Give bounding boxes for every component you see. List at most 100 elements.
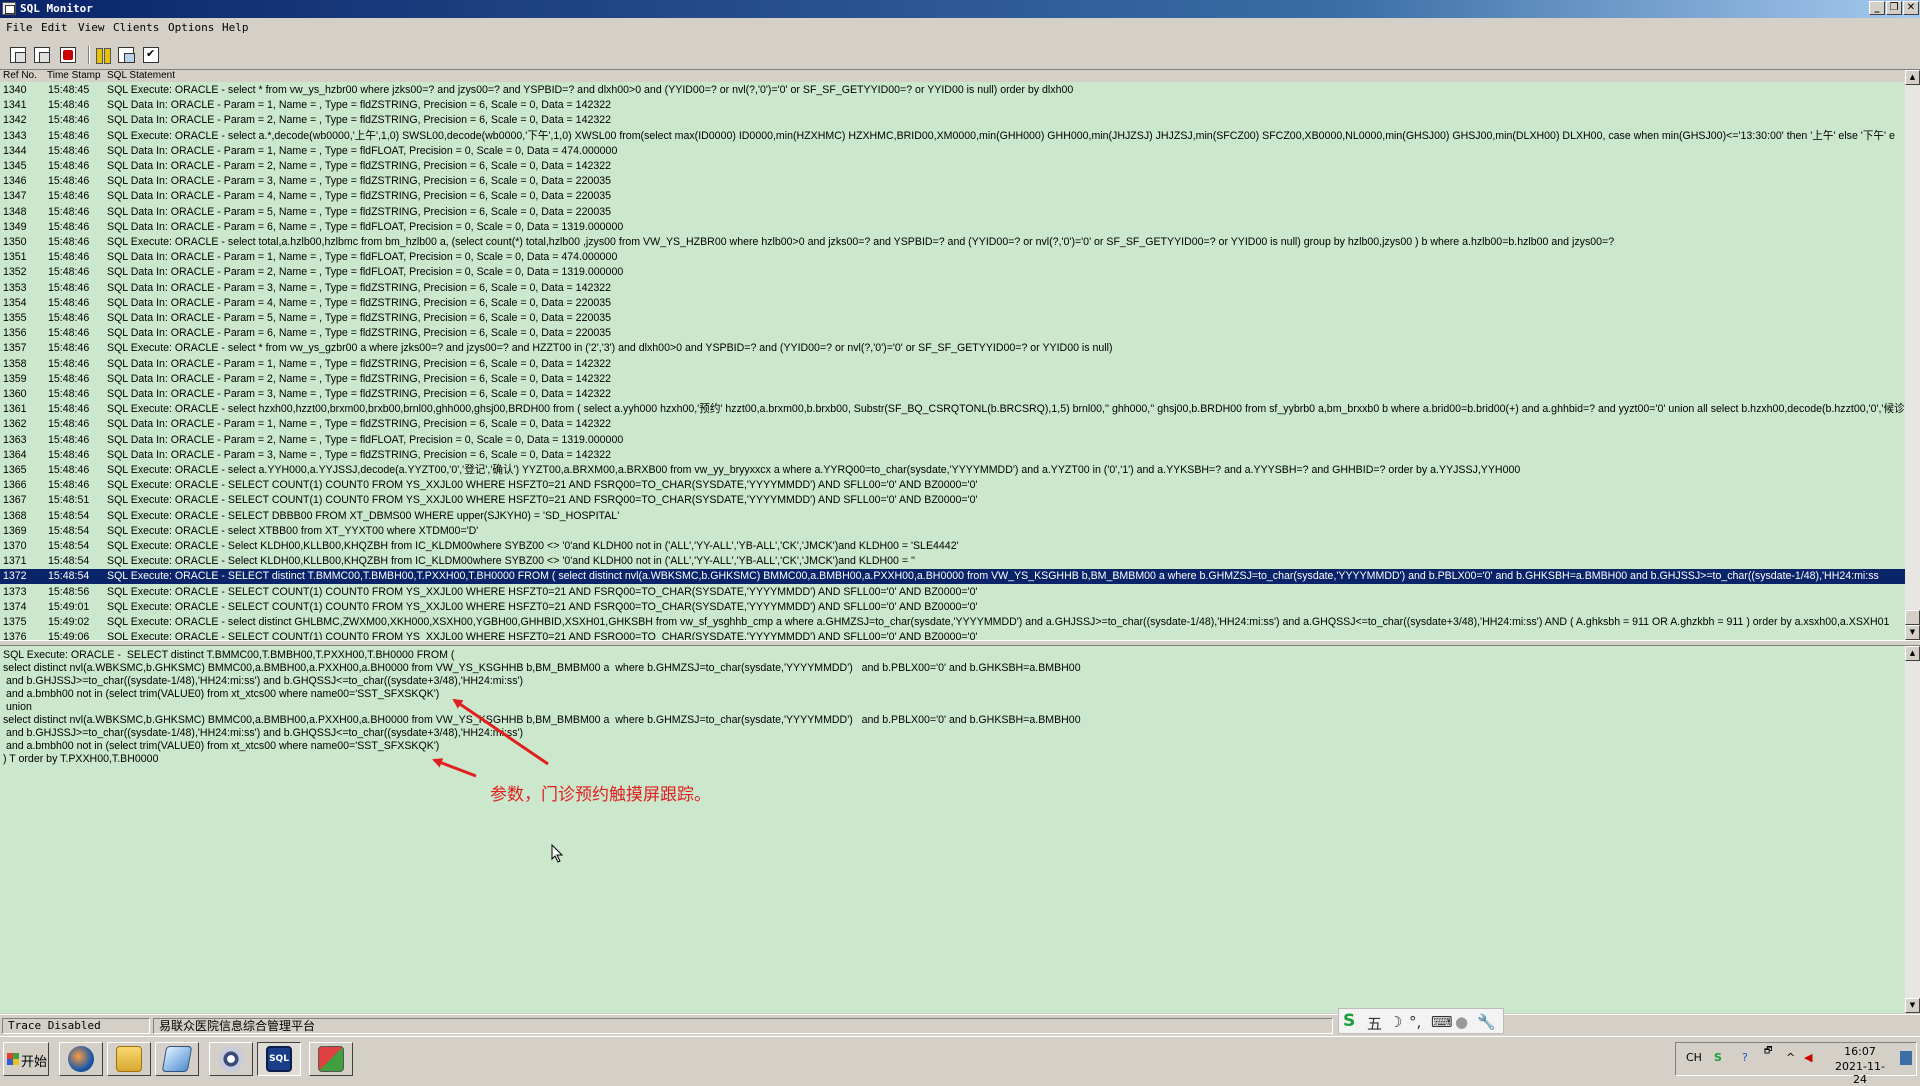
log-statement: SQL Execute: ORACLE - SELECT DBBB00 FROM… [107,509,620,522]
log-row[interactable]: 1374 15:49:01 SQL Execute: ORACLE - SELECT… [0,600,1905,615]
taskbar-app-his[interactable] [309,1042,353,1076]
taskbar-app-tool[interactable] [209,1042,253,1076]
scroll-down-button[interactable]: ▼ [1905,625,1920,640]
start-button[interactable]: 开始 [3,1042,49,1076]
ime-moon-icon[interactable]: ☽ [1389,1013,1402,1031]
log-row[interactable]: 1371 15:48:54 SQL Execute: ORACLE - Select… [0,554,1905,569]
input-language[interactable]: CH [1686,1051,1702,1064]
log-row[interactable]: 1355 15:48:46 SQL Data In: ORACLE - Param … [0,311,1905,326]
log-row[interactable]: 1351 15:48:46 SQL Data In: ORACLE - Param … [0,250,1905,265]
menu-edit[interactable]: Edit [41,21,68,34]
log-row[interactable]: 1343 15:48:46 SQL Execute: ORACLE - select… [0,129,1905,144]
log-refno: 1343 [3,129,27,142]
log-scrollbar[interactable]: ▲ ▼ [1905,70,1920,640]
detail-scroll-down-button[interactable]: ▼ [1905,998,1920,1013]
sql-detail-pane[interactable]: SQL Execute: ORACLE - SELECT distinct T.… [0,646,1905,1013]
log-row[interactable]: 1359 15:48:46 SQL Data In: ORACLE - Param … [0,372,1905,387]
log-timestamp: 15:48:56 [48,585,90,598]
log-timestamp: 15:48:46 [48,160,90,172]
log-row[interactable]: 1361 15:48:46 SQL Execute: ORACLE - select… [0,402,1905,417]
detail-scroll-up-button[interactable]: ▲ [1905,646,1920,661]
log-row[interactable]: 1369 15:48:54 SQL Execute: ORACLE - select… [0,524,1905,539]
minimize-button[interactable]: _ [1869,1,1885,15]
log-row[interactable]: 1347 15:48:46 SQL Data In: ORACLE - Param … [0,189,1905,204]
ime-mode[interactable]: 五 [1367,1013,1382,1034]
log-row[interactable]: 1363 15:48:46 SQL Data In: ORACLE - Param … [0,433,1905,448]
clear-button[interactable] [57,44,79,66]
taskbar-app-explorer[interactable] [107,1042,151,1076]
menu-clients[interactable]: Clients [113,21,159,34]
clock-time[interactable]: 16:07 [1829,1045,1891,1058]
column-refno[interactable]: Ref No. [3,70,37,81]
title-bar[interactable]: SQL Monitor _ ❐ ✕ [0,0,1920,18]
log-row[interactable]: 1350 15:48:46 SQL Execute: ORACLE - select… [0,235,1905,250]
restore-button[interactable]: ❐ [1886,1,1902,15]
scroll-thumb[interactable] [1905,610,1920,625]
log-row[interactable]: 1352 15:48:46 SQL Data In: ORACLE - Param … [0,265,1905,280]
help-icon[interactable]: ? [1742,1051,1748,1064]
log-row[interactable]: 1357 15:48:46 SQL Execute: ORACLE - select… [0,341,1905,356]
copy-button[interactable] [7,44,29,66]
sogou-ime-icon[interactable]: S [1343,1011,1355,1031]
tray-expand-icon[interactable]: ^ [1786,1051,1795,1064]
pause-button[interactable] [92,44,114,66]
menu-bar: File Edit View Clients Options Help [0,18,1920,38]
log-list[interactable]: 1340 15:48:45 SQL Execute: ORACLE - select… [0,82,1905,640]
log-row[interactable]: 1365 15:48:46 SQL Execute: ORACLE - select… [0,463,1905,478]
log-row[interactable]: 1354 15:48:46 SQL Data In: ORACLE - Param … [0,296,1905,311]
log-row[interactable]: 1372 15:48:54 SQL Execute: ORACLE - SELECT… [0,569,1905,585]
clock-date[interactable]: 2021-11-24 [1829,1060,1891,1086]
menu-view[interactable]: View [78,21,105,34]
log-row[interactable]: 1368 15:48:54 SQL Execute: ORACLE - SELECT… [0,509,1905,524]
show-desktop-button[interactable] [1900,1051,1912,1065]
log-row[interactable]: 1342 15:48:46 SQL Data In: ORACLE - Param … [0,113,1905,128]
menu-options[interactable]: Options [168,21,214,34]
column-statement[interactable]: SQL Statement [107,70,175,81]
log-row[interactable]: 1345 15:48:46 SQL Data In: ORACLE - Param … [0,159,1905,174]
log-refno: 1341 [3,99,27,112]
menu-file[interactable]: File [6,21,33,34]
log-row[interactable]: 1373 15:48:56 SQL Execute: ORACLE - SELECT… [0,585,1905,600]
log-row[interactable]: 1356 15:48:46 SQL Data In: ORACLE - Param … [0,326,1905,341]
log-row[interactable]: 1376 15:49:06 SQL Execute: ORACLE - SELECT… [0,630,1905,640]
taskbar-app-sql-monitor[interactable]: SQL [257,1042,301,1076]
ime-punct-icon[interactable]: °, [1409,1013,1421,1031]
ime-settings-icon[interactable]: 🔧 [1477,1013,1496,1031]
ime-user-icon[interactable]: ● [1455,1013,1468,1031]
log-row[interactable]: 1366 15:48:46 SQL Execute: ORACLE - SELECT… [0,478,1905,493]
tray-window-icon[interactable]: 🗗 [1764,1043,1772,1059]
log-row[interactable]: 1353 15:48:46 SQL Data In: ORACLE - Param … [0,281,1905,296]
ime-keyboard-icon[interactable]: ⌨ [1431,1013,1453,1031]
log-refno: 1359 [3,372,27,385]
menu-help[interactable]: Help [222,21,249,34]
log-row[interactable]: 1346 15:48:46 SQL Data In: ORACLE - Param … [0,174,1905,189]
log-row[interactable]: 1340 15:48:45 SQL Execute: ORACLE - select… [0,83,1905,98]
log-row[interactable]: 1349 15:48:46 SQL Data In: ORACLE - Param … [0,220,1905,235]
checklist-button[interactable] [140,44,162,66]
detail-scrollbar[interactable]: ▲ ▼ [1905,646,1920,1013]
log-row[interactable]: 1358 15:48:46 SQL Data In: ORACLE - Param … [0,357,1905,372]
log-timestamp: 15:48:46 [48,251,90,264]
paste-button[interactable] [31,44,53,66]
log-timestamp: 15:48:46 [48,266,90,279]
column-timestamp[interactable]: Time Stamp [47,70,101,81]
taskbar-app-notes[interactable] [155,1042,199,1076]
log-row[interactable]: 1370 15:48:54 SQL Execute: ORACLE - Select… [0,539,1905,554]
log-row[interactable]: 1348 15:48:46 SQL Data In: ORACLE - Param … [0,205,1905,220]
log-timestamp: 15:48:46 [48,418,90,431]
log-row[interactable]: 1362 15:48:46 SQL Data In: ORACLE - Param … [0,417,1905,432]
volume-muted-icon[interactable]: ◀ [1804,1051,1812,1064]
taskbar-app-browser[interactable] [59,1042,103,1076]
window-button[interactable] [115,44,137,66]
close-button[interactable]: ✕ [1903,1,1919,15]
ime-toolbar[interactable]: S 五 ☽ °, ⌨ ● 🔧 [1338,1008,1504,1034]
scroll-up-button[interactable]: ▲ [1905,70,1920,85]
log-row[interactable]: 1364 15:48:46 SQL Data In: ORACLE - Param … [0,448,1905,463]
log-row[interactable]: 1344 15:48:46 SQL Data In: ORACLE - Param … [0,144,1905,159]
log-row[interactable]: 1375 15:49:02 SQL Execute: ORACLE - select… [0,615,1905,630]
tray-ime-icon[interactable]: S [1714,1051,1722,1064]
log-statement: SQL Data In: ORACLE - Param = 6, Name = … [107,220,624,233]
log-row[interactable]: 1360 15:48:46 SQL Data In: ORACLE - Param … [0,387,1905,402]
log-row[interactable]: 1341 15:48:46 SQL Data In: ORACLE - Param … [0,98,1905,113]
log-row[interactable]: 1367 15:48:51 SQL Execute: ORACLE - SELECT… [0,493,1905,508]
